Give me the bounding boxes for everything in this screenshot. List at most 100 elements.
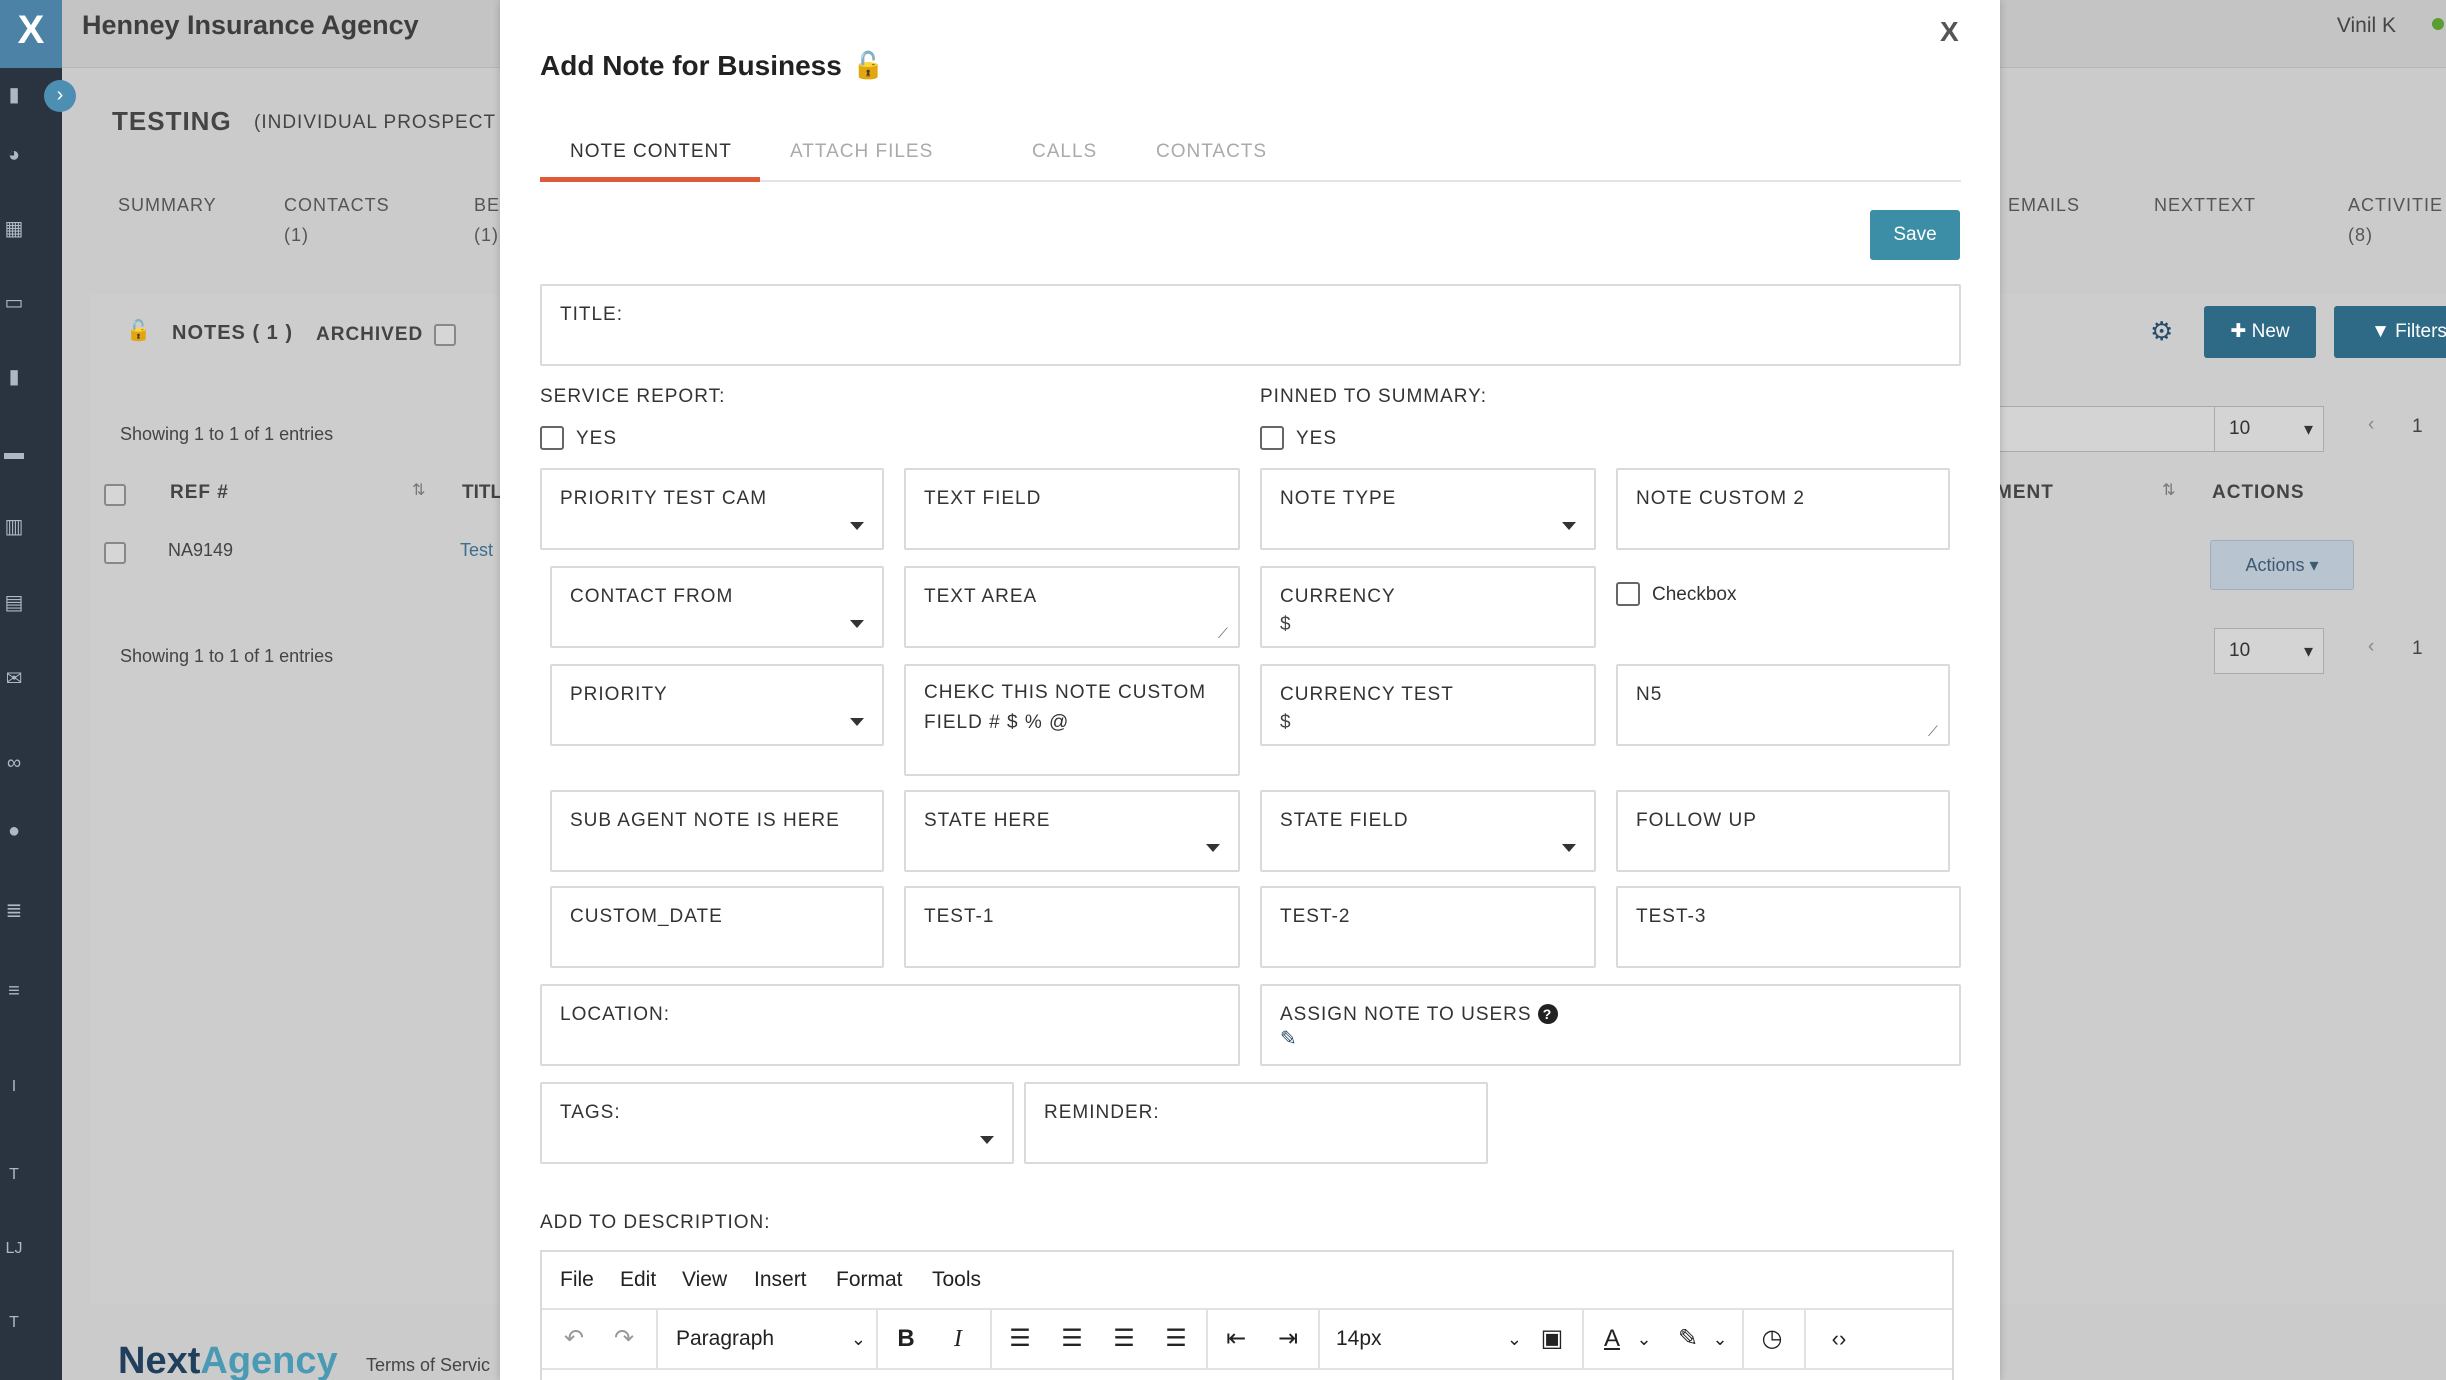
user-nav-icon[interactable]: ● <box>0 820 28 842</box>
chekc-note-custom-field[interactable]: CHEKC THIS NOTE CUSTOM FIELD # $ % @ <box>904 664 1240 776</box>
outdent-icon[interactable]: ⇤ <box>1216 1310 1256 1368</box>
new-note-button[interactable]: ✚ New <box>2204 306 2316 358</box>
text-color-chevron-icon[interactable]: ⌄ <box>1632 1310 1656 1368</box>
bold-icon[interactable]: B <box>888 1310 924 1368</box>
follow-up-input[interactable]: FOLLOW UP <box>1616 790 1950 872</box>
unlock-icon[interactable]: 🔓 <box>852 50 884 81</box>
filters-button[interactable]: ▼ Filters <box>2334 306 2446 358</box>
menu-file[interactable]: File <box>560 1268 594 1292</box>
tab-calls[interactable]: CALLS <box>1032 132 1097 172</box>
text-color-icon[interactable]: A <box>1592 1310 1632 1368</box>
page-number-bottom[interactable]: 1 <box>2412 638 2423 660</box>
text-area-input[interactable]: TEXT AREA ⟋ <box>904 566 1240 648</box>
pie-chart-nav-icon[interactable]: ◕ <box>0 144 28 166</box>
handshake-nav-icon[interactable]: ∞ <box>0 752 28 774</box>
prev-page-chevron-icon[interactable]: ‹ <box>2368 414 2374 436</box>
table-search-input[interactable] <box>1996 406 2250 452</box>
test-1-input[interactable]: TEST-1 <box>904 886 1240 968</box>
align-left-icon[interactable]: ☰ <box>1000 1310 1040 1368</box>
tab-be[interactable]: BE (1) <box>474 190 500 250</box>
sort-icon[interactable]: ⇅ <box>412 480 425 500</box>
custom-checkbox[interactable] <box>1616 582 1640 606</box>
select-all-checkbox[interactable] <box>104 484 126 506</box>
tab-summary[interactable]: SUMMARY <box>118 190 217 220</box>
redo-icon[interactable]: ↷ <box>606 1310 642 1368</box>
sub-agent-input[interactable]: SUB AGENT NOTE IS HERE <box>550 790 884 872</box>
monitor-nav-icon[interactable]: ▭ <box>0 292 28 314</box>
page-number-top[interactable]: 1 <box>2412 416 2423 438</box>
note-type-select[interactable]: NOTE TYPE <box>1260 468 1596 550</box>
service-report-checkbox[interactable] <box>540 426 564 450</box>
tab-nexttext[interactable]: NEXTTEXT <box>2154 190 2256 220</box>
book-nav-icon[interactable]: ▮ <box>0 366 28 388</box>
nav-letter-t[interactable]: T <box>0 1164 28 1186</box>
align-justify-icon[interactable]: ☰ <box>1156 1310 1196 1368</box>
undo-icon[interactable]: ↶ <box>556 1310 592 1368</box>
page-size-select-top[interactable]: 10 <box>2214 406 2324 452</box>
highlight-color-icon[interactable]: ✎ <box>1668 1310 1708 1368</box>
save-button[interactable]: Save <box>1870 210 1960 260</box>
nav-letter-t2[interactable]: T <box>0 1312 28 1334</box>
menu-nav-icon[interactable]: ≡ <box>0 980 28 1002</box>
test-2-input[interactable]: TEST-2 <box>1260 886 1596 968</box>
bar-chart-nav-icon[interactable]: ▥ <box>0 516 28 538</box>
list-nav-icon[interactable]: ≣ <box>0 900 28 922</box>
page-size-select-bottom[interactable]: 10 <box>2214 628 2324 674</box>
calendar-nav-icon[interactable]: ▤ <box>0 592 28 614</box>
nav-letters-lj[interactable]: LJ <box>0 1238 28 1260</box>
column-assignment[interactable]: MENT <box>1996 482 2054 504</box>
insert-image-icon[interactable]: ▣ <box>1532 1310 1572 1368</box>
resize-handle-icon[interactable]: ⟋ <box>1928 724 1942 738</box>
resize-handle-icon[interactable]: ⟋ <box>1218 626 1232 640</box>
reminder-input[interactable]: REMINDER: <box>1024 1082 1488 1164</box>
note-custom-2-input[interactable]: NOTE CUSTOM 2 <box>1616 468 1950 550</box>
assign-users-field[interactable]: ASSIGN NOTE TO USERS? ✎ <box>1260 984 1961 1066</box>
row-title-link[interactable]: Test <box>460 540 493 561</box>
test-3-input[interactable]: TEST-3 <box>1616 886 1961 968</box>
menu-insert[interactable]: Insert <box>754 1268 807 1292</box>
custom-date-input[interactable]: CUSTOM_DATE <box>550 886 884 968</box>
menu-edit[interactable]: Edit <box>620 1268 656 1292</box>
source-code-icon[interactable]: ‹› <box>1814 1310 1864 1368</box>
close-button[interactable]: X <box>1940 16 1959 48</box>
nav-letter-i[interactable]: I <box>0 1076 28 1098</box>
state-field-select[interactable]: STATE FIELD <box>1260 790 1596 872</box>
highlight-chevron-icon[interactable]: ⌄ <box>1708 1310 1732 1368</box>
tab-note-content[interactable]: NOTE CONTENT <box>570 132 732 172</box>
align-right-icon[interactable]: ☰ <box>1104 1310 1144 1368</box>
tab-activities[interactable]: ACTIVITIE (8) <box>2348 190 2443 250</box>
priority-select[interactable]: PRIORITY <box>550 664 884 746</box>
menu-view[interactable]: View <box>682 1268 727 1292</box>
sort-icon-2[interactable]: ⇅ <box>2162 480 2175 500</box>
lock-nav-icon[interactable]: ▮ <box>0 84 28 106</box>
indent-icon[interactable]: ⇥ <box>1268 1310 1308 1368</box>
text-field-input[interactable]: TEXT FIELD <box>904 468 1240 550</box>
pencil-icon[interactable]: ✎ <box>1280 1026 1297 1051</box>
state-here-select[interactable]: STATE HERE <box>904 790 1240 872</box>
description-editor[interactable]: File Edit View Insert Format Tools ↶ ↷ P… <box>540 1250 1954 1380</box>
currency-test-input[interactable]: CURRENCY TEST $ <box>1260 664 1596 746</box>
tab-attach-files[interactable]: ATTACH FILES <box>790 132 933 172</box>
grid-nav-icon[interactable]: ▦ <box>0 218 28 240</box>
align-center-icon[interactable]: ☰ <box>1052 1310 1092 1368</box>
clock-icon[interactable]: ◷ <box>1752 1310 1792 1368</box>
tab-contacts[interactable]: CONTACTS <box>1156 132 1267 172</box>
mail-nav-icon[interactable]: ✉ <box>0 668 28 690</box>
tab-emails[interactable]: EMAILS <box>2008 190 2080 220</box>
currency-input[interactable]: CURRENCY $ <box>1260 566 1596 648</box>
menu-tools[interactable]: Tools <box>932 1268 981 1292</box>
row-actions-dropdown[interactable]: Actions ▾ <box>2210 540 2354 590</box>
n5-textarea[interactable]: N5 ⟋ <box>1616 664 1950 746</box>
priority-test-cam-select[interactable]: PRIORITY TEST CAM <box>540 468 884 550</box>
block-format-select[interactable]: Paragraph ⌄ <box>676 1310 866 1368</box>
tags-select[interactable]: TAGS: <box>540 1082 1014 1164</box>
italic-icon[interactable]: I <box>940 1310 976 1368</box>
gear-icon[interactable]: ⚙ <box>2150 316 2173 347</box>
pinned-checkbox[interactable] <box>1260 426 1284 450</box>
location-input[interactable]: LOCATION: <box>540 984 1240 1066</box>
font-size-select[interactable]: 14px ⌄ <box>1336 1310 1522 1368</box>
menu-format[interactable]: Format <box>836 1268 903 1292</box>
help-icon[interactable]: ? <box>1537 1004 1558 1024</box>
column-ref[interactable]: REF # <box>170 482 229 504</box>
tab-contacts[interactable]: CONTACTS (1) <box>284 190 390 250</box>
